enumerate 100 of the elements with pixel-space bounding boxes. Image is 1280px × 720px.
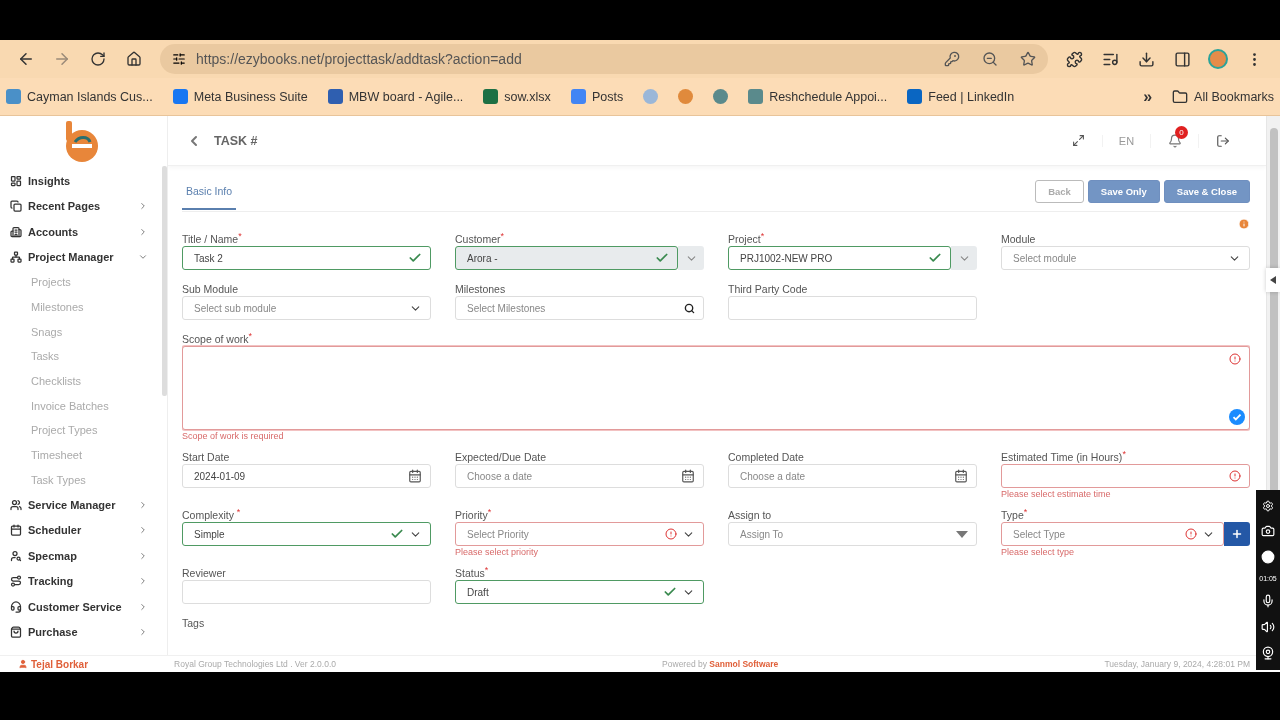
select-field[interactable]: PRJ1002-NEW PRO [728,246,951,270]
select-field[interactable]: Draft [455,580,704,604]
select-field[interactable]: Assign To [728,522,977,546]
menu-item-icon [10,225,22,238]
bookmark[interactable]: sow.xlsx [483,89,551,104]
chevron-right-icon [138,550,148,561]
bookmark[interactable]: MBW board - Agile... [327,89,464,104]
bell-icon[interactable] [1167,133,1182,148]
all-bookmarks-button[interactable]: All Bookmarks [1172,88,1274,105]
placeholder-text: Select module [1013,252,1078,264]
field-label: Title / Name [182,232,239,246]
site-settings-icon[interactable] [172,52,186,66]
text-field[interactable] [182,580,431,604]
settings-icon[interactable] [1262,499,1274,512]
back-icon[interactable] [17,50,35,68]
select-field[interactable]: Select Priority [455,522,704,546]
field-label: Reviewer [182,566,226,580]
home-icon[interactable] [126,51,142,67]
side-panel-icon[interactable] [1173,50,1191,68]
field-label: Status [455,566,485,580]
error-icon [665,528,677,540]
date-field[interactable]: Choose a date [455,464,704,488]
sidebar-item[interactable]: Specmap [0,543,162,569]
fullscreen-icon[interactable] [1071,134,1085,147]
bookmark-icon[interactable] [713,89,729,104]
speaker-icon[interactable] [1261,620,1275,635]
field-label: Customer [455,232,501,246]
menu-item-icon [10,174,22,187]
panel-toggle[interactable] [1266,268,1280,292]
webcam-icon[interactable] [1261,646,1275,660]
sidebar-item[interactable]: Scheduler [0,517,162,544]
extensions-icon[interactable] [1065,50,1083,68]
text-field[interactable] [1001,464,1250,488]
address-bar[interactable]: https://ezybooks.net/projecttask/addtask?action=add [160,44,1048,74]
record-icon[interactable] [1261,549,1275,564]
date-field[interactable]: Choose a date [728,464,977,488]
placeholder-text: Select Milestones [467,302,547,314]
field-label: Estimated Time (in Hours) [1001,450,1123,464]
field-label: Milestones [455,282,506,296]
reload-icon[interactable] [90,51,106,67]
sidebar-item[interactable]: Project Manager [0,244,162,270]
chevron-right-icon [138,576,148,587]
tab[interactable]: Basic Info [182,173,237,210]
camera-icon[interactable] [1261,523,1275,538]
check-icon [928,251,942,265]
sidebar-item[interactable]: Accounts [0,219,162,245]
check-icon [655,251,669,265]
text-field[interactable]: Task 2 [182,246,431,270]
error-message: Please select priority [455,546,540,558]
sidebar-item[interactable]: Recent Pages [0,193,162,219]
date-time: Tuesday, January 9, 2024, 4:28:01 PM [1104,659,1251,669]
add-button[interactable] [1224,522,1250,546]
check-badge-icon [1229,409,1245,425]
field-value: Task 2 [194,252,224,264]
sidebar-item[interactable]: Service Manager [0,492,162,518]
chevron-right-icon [138,226,148,237]
text-field[interactable] [728,296,977,320]
logout-icon[interactable] [1215,133,1230,148]
placeholder-text: Select Type [1013,528,1067,540]
bookmark[interactable]: Feed | LinkedIn [907,89,1015,104]
sidebar-item[interactable]: Customer Service [0,594,162,620]
chevron-right-icon [138,627,148,638]
sidebar-item[interactable]: Purchase [0,619,162,646]
bookmark[interactable]: Cayman Islands Cus... [6,89,153,104]
field-label: Assign to [728,508,772,522]
field-label: Type [1001,508,1024,522]
chevron-right-icon [138,601,148,612]
select-field[interactable]: Select Type [1001,522,1224,546]
field-label: Project [728,232,761,246]
error-icon [1229,470,1241,482]
download-icon[interactable] [1137,50,1155,68]
search-field[interactable]: Select Milestones [455,296,704,320]
menu-item-icon [10,600,22,613]
sidebar-item[interactable]: Insights [0,168,162,194]
placeholder-text: Choose a date [467,470,534,482]
zoom-icon[interactable] [982,51,998,67]
sidebar-item[interactable]: Tracking [0,568,162,595]
more-bookmarks-button[interactable]: » [1143,87,1153,106]
bookmark[interactable]: Reshchedule Appoi... [748,89,888,104]
field-label: Sub Module [182,282,239,296]
bookmark[interactable]: Meta Business Suite [172,89,308,104]
field-label: Completed Date [728,450,804,464]
info-icon[interactable] [1238,218,1250,230]
search-icon [684,302,695,314]
field-label: Priority [455,508,488,522]
select-field[interactable]: Select module [1001,246,1250,270]
select-field[interactable]: Select sub module [182,296,431,320]
error-icon [1185,528,1197,540]
key-icon[interactable] [944,51,960,67]
microphone-icon[interactable] [1261,594,1275,609]
user-name[interactable]: Tejal Borkar [18,658,89,670]
bookmark[interactable]: Posts [570,89,624,104]
select-field[interactable]: Simple [182,522,431,546]
company-version: Royal Group Technologies Ltd . Ver 2.0.0.0 [174,659,336,669]
check-icon [390,527,404,541]
date-field[interactable]: 2024-01-09 [182,464,431,488]
notification-badge: 0 [1175,125,1188,139]
star-icon[interactable] [1020,51,1036,67]
required-mark: * [238,232,242,241]
menu-item-icon [10,251,22,264]
